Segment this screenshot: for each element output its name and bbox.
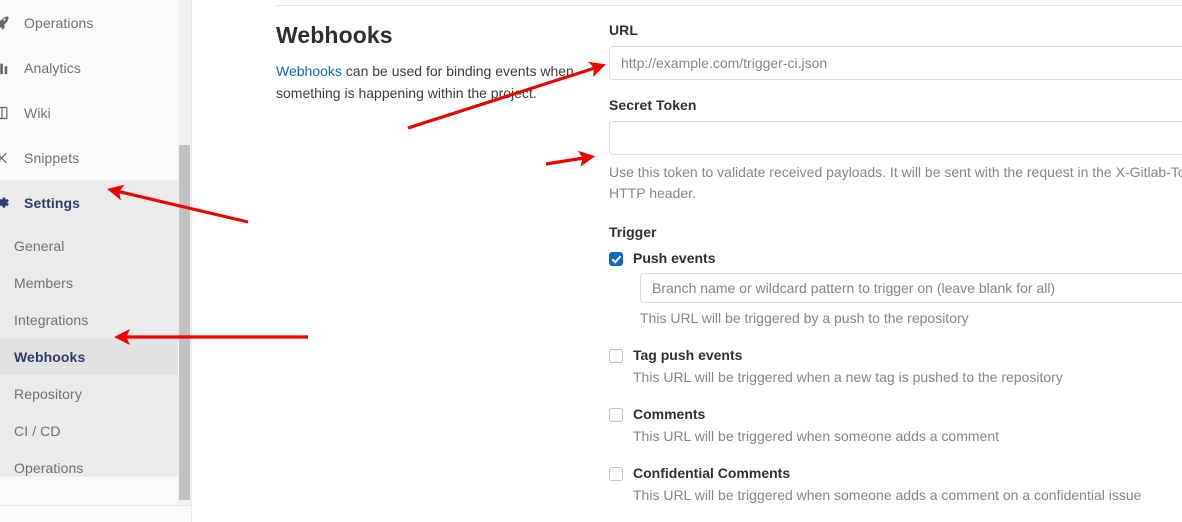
sidebar-item-label: Analytics <box>24 59 81 76</box>
sidebar-settings-submenu: General Members Integrations Webhooks Re… <box>0 225 178 498</box>
url-input[interactable] <box>609 46 1182 80</box>
trigger-row-confidential-comments: Confidential Comments This URL will be t… <box>609 465 1182 506</box>
sidebar: Operations Analytics Wiki Snippets Setti… <box>0 0 191 522</box>
trigger-row-push-events: Push events This URL will be triggered b… <box>609 250 1182 329</box>
sidebar-item-cicd[interactable]: CI / CD <box>0 412 178 449</box>
sidebar-item-snippets[interactable]: Snippets <box>0 135 178 180</box>
sidebar-item-general[interactable]: General <box>0 227 178 264</box>
content-top-divider <box>276 5 1182 6</box>
tag-push-events-checkbox[interactable] <box>609 349 623 363</box>
webhook-form: URL Secret Token Use this token to valid… <box>609 22 1182 520</box>
sidebar-item-label: Operations <box>24 14 94 31</box>
comments-checkbox[interactable] <box>609 408 623 422</box>
sidebar-scroll-area: Operations Analytics Wiki Snippets Setti… <box>0 0 178 505</box>
push-events-checkbox[interactable] <box>609 252 623 266</box>
sidebar-item-webhooks[interactable]: Webhooks <box>0 338 178 375</box>
sidebar-footer-strip <box>0 505 191 522</box>
sidebar-scrollbar-thumb[interactable] <box>179 145 190 500</box>
tag-push-events-help-text: This URL will be triggered when a new ta… <box>633 369 1063 385</box>
sidebar-subitem-label: CI / CD <box>14 422 61 439</box>
confidential-comments-label: Confidential Comments <box>633 465 791 481</box>
sidebar-subitem-label: Members <box>14 274 74 291</box>
sidebar-item-label: Snippets <box>24 149 80 166</box>
secret-token-field-label: Secret Token <box>609 97 697 113</box>
sidebar-item-repository[interactable]: Repository <box>0 375 178 412</box>
tag-push-events-label: Tag push events <box>633 347 743 363</box>
trigger-row-tag-push-events: Tag push events This URL will be trigger… <box>609 347 1182 388</box>
sidebar-item-wiki[interactable]: Wiki <box>0 90 178 135</box>
trigger-row-comments: Comments This URL will be triggered when… <box>609 406 1182 447</box>
sidebar-primary-nav: Operations Analytics Wiki Snippets Setti… <box>0 0 178 225</box>
comments-label: Comments <box>633 406 706 422</box>
sidebar-item-label: Settings <box>24 194 81 211</box>
webhooks-doc-link[interactable]: Webhooks <box>276 63 342 79</box>
push-events-help-text: This URL will be triggered by a push to … <box>640 310 969 326</box>
secret-token-help-text: Use this token to validate received payl… <box>609 164 1182 201</box>
confidential-comments-help-text: This URL will be triggered when someone … <box>633 487 1142 503</box>
sidebar-item-integrations[interactable]: Integrations <box>0 301 178 338</box>
sidebar-item-label: Wiki <box>24 104 51 121</box>
push-events-branch-input[interactable] <box>640 273 1182 303</box>
page-title: Webhooks <box>276 22 393 48</box>
comments-help-text: This URL will be triggered when someone … <box>633 428 999 444</box>
trigger-section-label: Trigger <box>609 224 657 240</box>
book-icon <box>0 105 10 121</box>
chart-bar-icon <box>0 60 10 76</box>
sidebar-item-settings[interactable]: Settings <box>0 180 178 225</box>
sidebar-subitem-label: General <box>14 237 65 254</box>
sidebar-subitem-label: Integrations <box>14 311 89 328</box>
sidebar-item-members[interactable]: Members <box>0 264 178 301</box>
sidebar-bottom-strip <box>0 476 178 505</box>
secret-token-input[interactable] <box>609 121 1182 155</box>
confidential-comments-checkbox[interactable] <box>609 467 623 481</box>
page-description: Webhooks can be used for binding events … <box>276 60 578 104</box>
main-content: Webhooks Webhooks can be used for bindin… <box>192 0 1182 522</box>
scissors-icon <box>0 150 10 166</box>
settings-section-header: Webhooks Webhooks can be used for bindin… <box>276 22 586 104</box>
push-events-label: Push events <box>633 250 716 266</box>
sidebar-item-analytics[interactable]: Analytics <box>0 45 178 90</box>
sidebar-subitem-label: Webhooks <box>14 348 86 365</box>
sidebar-subitem-label: Operations <box>14 459 84 476</box>
gear-icon <box>0 195 10 211</box>
sidebar-subitem-label: Repository <box>14 385 82 402</box>
rocket-icon <box>0 15 10 31</box>
sidebar-item-operations[interactable]: Operations <box>0 0 178 45</box>
url-field-label: URL <box>609 22 638 38</box>
